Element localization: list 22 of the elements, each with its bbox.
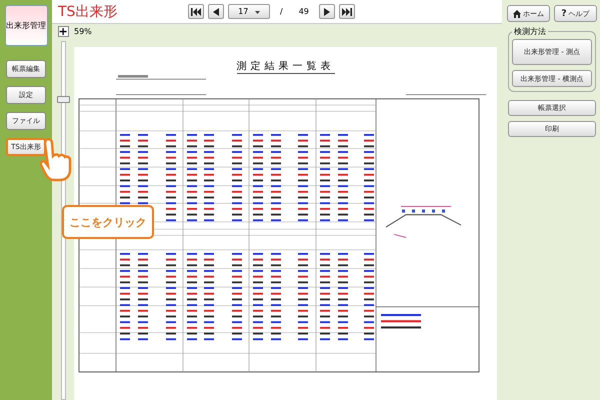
zoom-in-button[interactable]: + xyxy=(58,26,68,37)
next-page-button[interactable] xyxy=(318,4,335,19)
document-title: 測定結果一覧表 xyxy=(236,59,334,74)
right-triangle-icon xyxy=(324,8,330,16)
skip-back-icon xyxy=(191,8,201,16)
app-title: TS出来形 xyxy=(58,2,118,20)
caret-icon xyxy=(254,11,260,14)
pointing-hand-icon xyxy=(40,138,74,182)
page-dropdown[interactable]: 17 xyxy=(228,4,270,19)
page-separator: / xyxy=(280,7,283,16)
first-page-button[interactable] xyxy=(188,4,204,19)
zoom-percent: 59% xyxy=(74,27,93,38)
last-page-button[interactable] xyxy=(338,4,355,19)
page-total: 49 xyxy=(298,7,309,16)
app-tile[interactable]: 出来形管理 xyxy=(4,5,48,46)
callout-box: ここをクリック xyxy=(62,205,154,239)
slider-thumb[interactable] xyxy=(56,96,70,103)
skip-forward-icon xyxy=(342,8,352,16)
previous-page-button[interactable] xyxy=(208,4,224,19)
group-title: 検測方法 xyxy=(513,26,547,37)
home-icon xyxy=(513,10,521,18)
left-triangle-icon xyxy=(213,8,219,16)
